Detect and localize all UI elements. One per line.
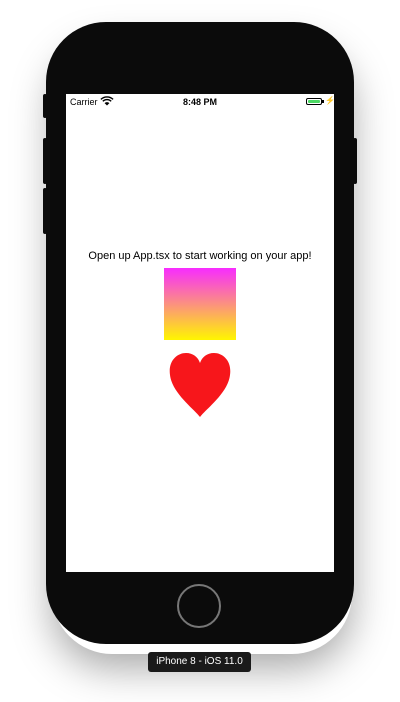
device-screen[interactable]: Carrier 8:48 PM ⚡ Open up App.tsx to sta… [66,94,334,572]
gradient-square [164,268,236,340]
welcome-message: Open up App.tsx to start working on your… [88,250,312,262]
heart-icon [169,353,231,417]
simulator-stage: Carrier 8:48 PM ⚡ Open up App.tsx to sta… [0,0,400,702]
status-bar: Carrier 8:48 PM ⚡ [66,94,334,110]
charging-bolt-icon: ⚡ [325,96,334,105]
battery-icon [306,98,322,105]
battery-tip [322,100,324,103]
status-time: 8:48 PM [182,97,217,107]
home-button[interactable] [177,584,221,628]
device-name-label: iPhone 8 - iOS 11.0 [148,652,251,672]
battery-level-fill [308,100,320,103]
